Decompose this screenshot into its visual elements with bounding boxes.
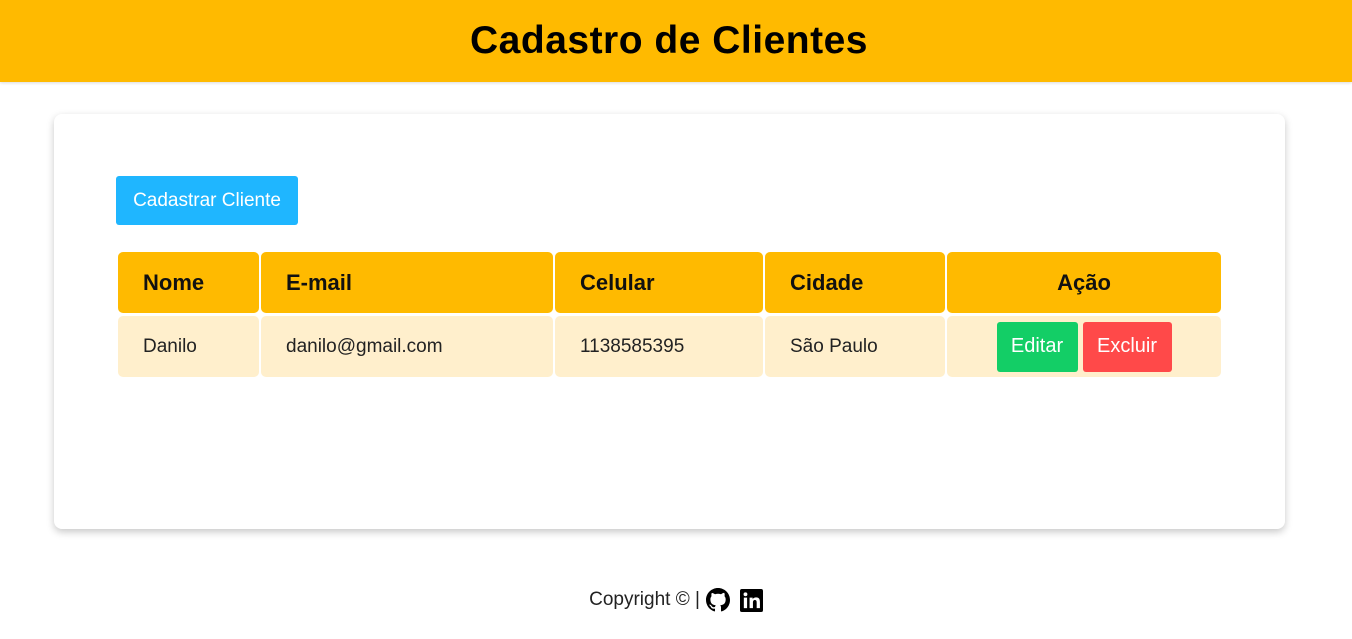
- github-icon[interactable]: [705, 588, 730, 612]
- cell-acao: Editar Excluir: [947, 316, 1221, 377]
- footer: Copyright © |: [0, 584, 1352, 616]
- cell-email: danilo@gmail.com: [261, 316, 553, 377]
- column-header-email: E-mail: [261, 252, 553, 313]
- cell-celular: 1138585395: [555, 316, 763, 377]
- column-header-nome: Nome: [118, 252, 259, 313]
- header-bar: Cadastro de Clientes: [0, 0, 1352, 82]
- column-header-cidade: Cidade: [765, 252, 945, 313]
- edit-button[interactable]: Editar: [996, 321, 1078, 372]
- add-client-button[interactable]: Cadastrar Cliente: [116, 176, 298, 225]
- cell-nome: Danilo: [118, 316, 259, 377]
- clients-card: Cadastrar Cliente Nome E-mail Celular Ci…: [54, 114, 1285, 529]
- column-header-celular: Celular: [555, 252, 763, 313]
- delete-button[interactable]: Excluir: [1082, 321, 1172, 372]
- linkedin-icon[interactable]: [739, 588, 763, 612]
- copyright-text: Copyright © |: [589, 589, 700, 610]
- cell-cidade: São Paulo: [765, 316, 945, 377]
- column-header-acao: Ação: [947, 252, 1221, 313]
- page-title: Cadastro de Clientes: [470, 19, 868, 62]
